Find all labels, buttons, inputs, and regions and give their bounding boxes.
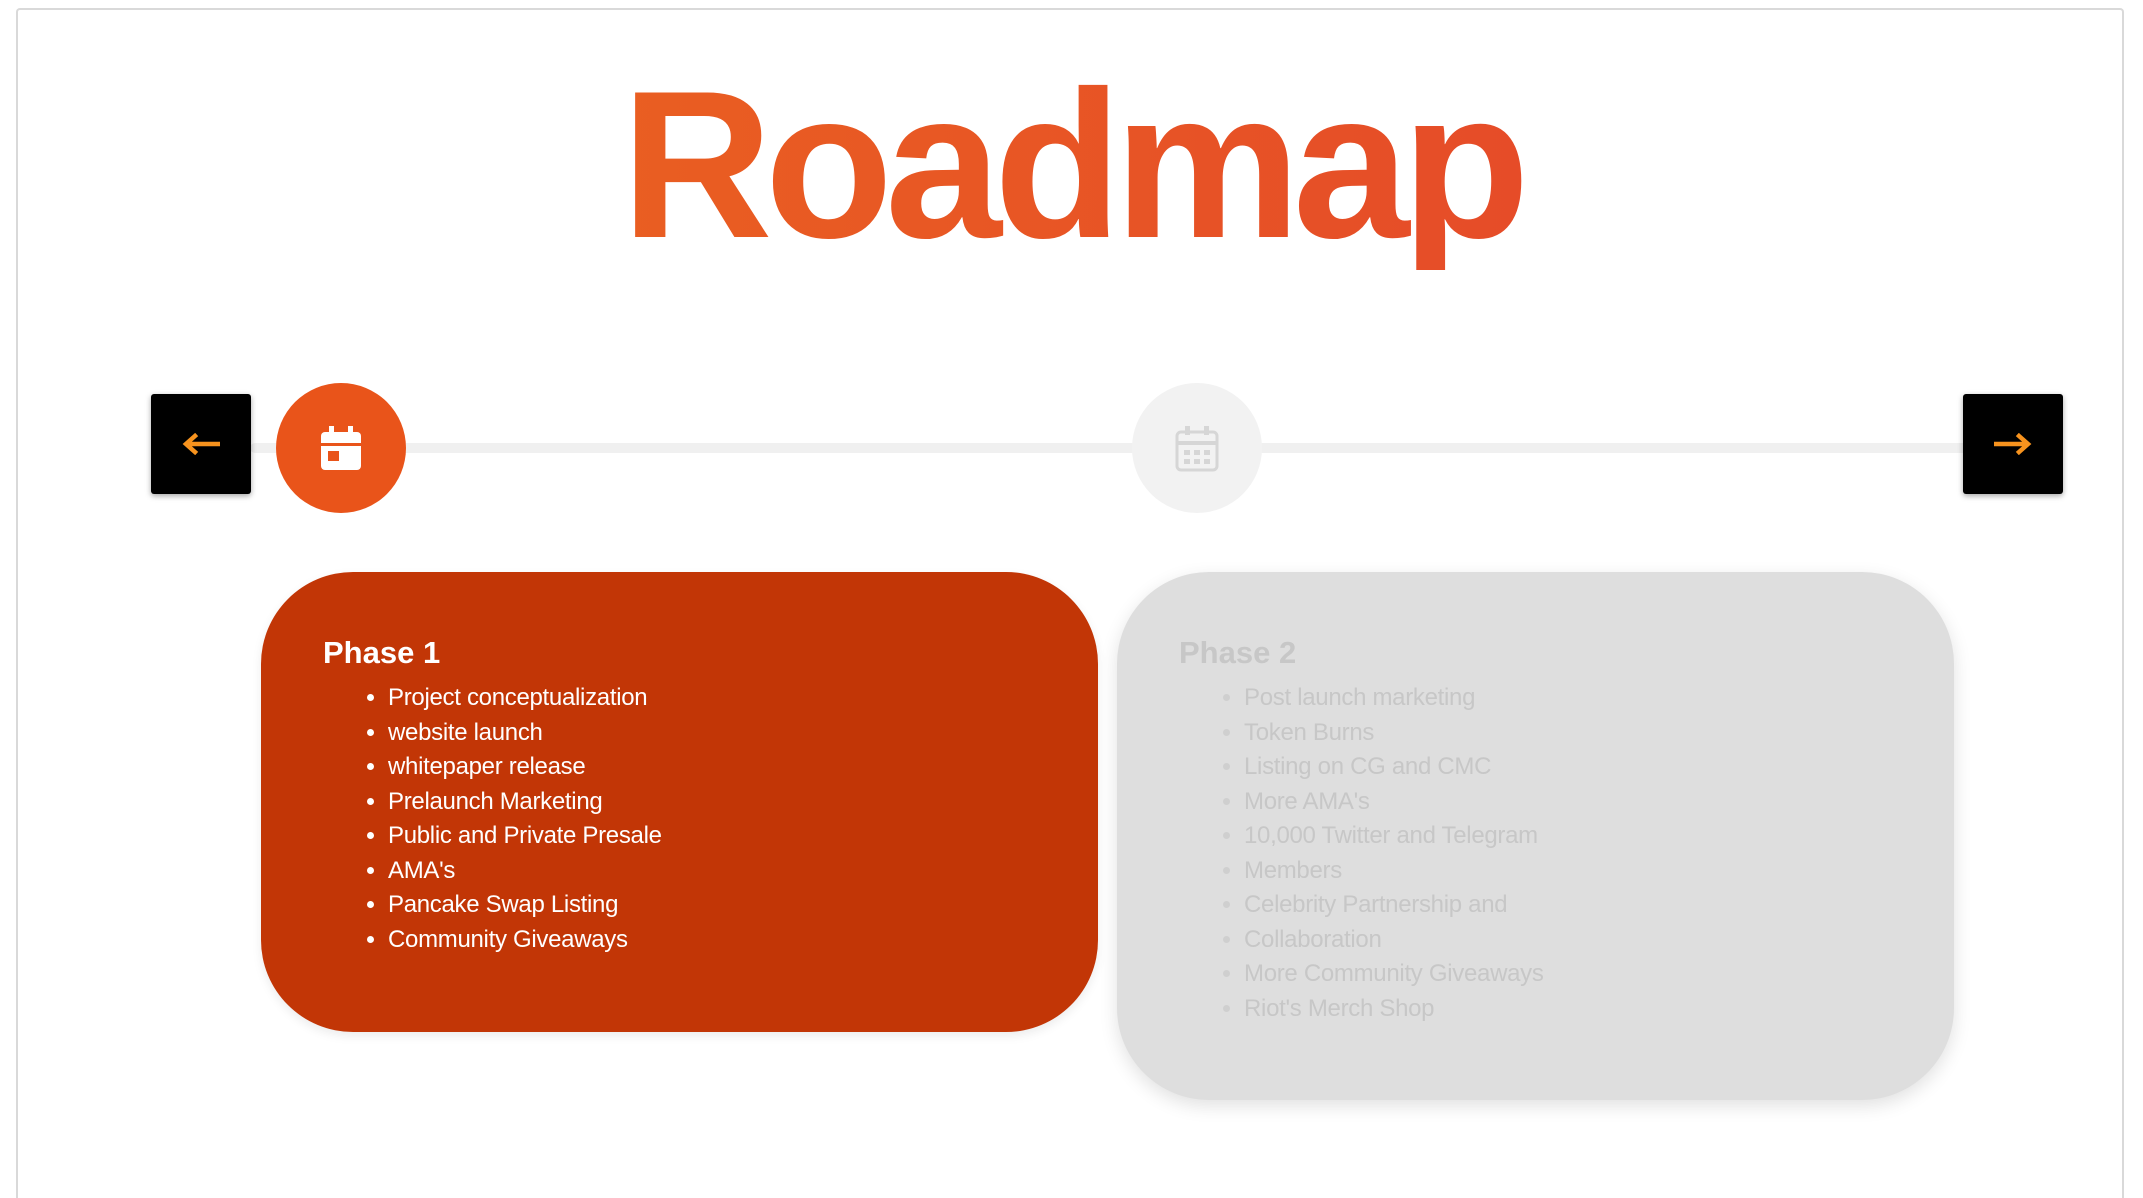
phase-card-1: Phase 1 Project conceptualization websit… (261, 572, 1098, 1032)
list-item: More AMA's (1244, 785, 1894, 820)
list-item: Public and Private Presale (388, 819, 1038, 854)
arrow-right-icon (1994, 433, 2032, 455)
prev-button[interactable] (151, 394, 251, 494)
list-item: Project conceptualization (388, 681, 1038, 716)
list-item: Prelaunch Marketing (388, 785, 1038, 820)
list-item: whitepaper release (388, 750, 1038, 785)
phase-items-list: Post launch marketing Token Burns Listin… (1179, 681, 1894, 1026)
page-title: Roadmap (0, 60, 2143, 270)
phase-card-2: Phase 2 Post launch marketing Token Burn… (1117, 572, 1954, 1100)
list-item: Community Giveaways (388, 923, 1038, 958)
list-item: Token Burns (1244, 716, 1894, 751)
timeline-marker-phase-2[interactable] (1132, 383, 1262, 513)
list-item: 10,000 Twitter and Telegram (1244, 819, 1894, 854)
list-item: Celebrity Partnership and (1244, 888, 1894, 923)
arrow-left-icon (182, 433, 220, 455)
list-item: AMA's (388, 854, 1038, 889)
list-item: Members (1244, 854, 1894, 889)
list-item: Post launch marketing (1244, 681, 1894, 716)
list-item: Riot's Merch Shop (1244, 992, 1894, 1027)
calendar-icon (1175, 426, 1219, 472)
next-button[interactable] (1963, 394, 2063, 494)
phase-items-list: Project conceptualization website launch… (323, 681, 1038, 957)
timeline-track (250, 443, 1970, 453)
list-item: Collaboration (1244, 923, 1894, 958)
phase-title: Phase 2 (1179, 635, 1297, 670)
timeline-marker-phase-1[interactable] (276, 383, 406, 513)
phase-title: Phase 1 (323, 635, 441, 670)
list-item: Pancake Swap Listing (388, 888, 1038, 923)
list-item: Listing on CG and CMC (1244, 750, 1894, 785)
list-item: website launch (388, 716, 1038, 751)
calendar-icon (321, 426, 361, 470)
list-item: More Community Giveaways (1244, 957, 1894, 992)
